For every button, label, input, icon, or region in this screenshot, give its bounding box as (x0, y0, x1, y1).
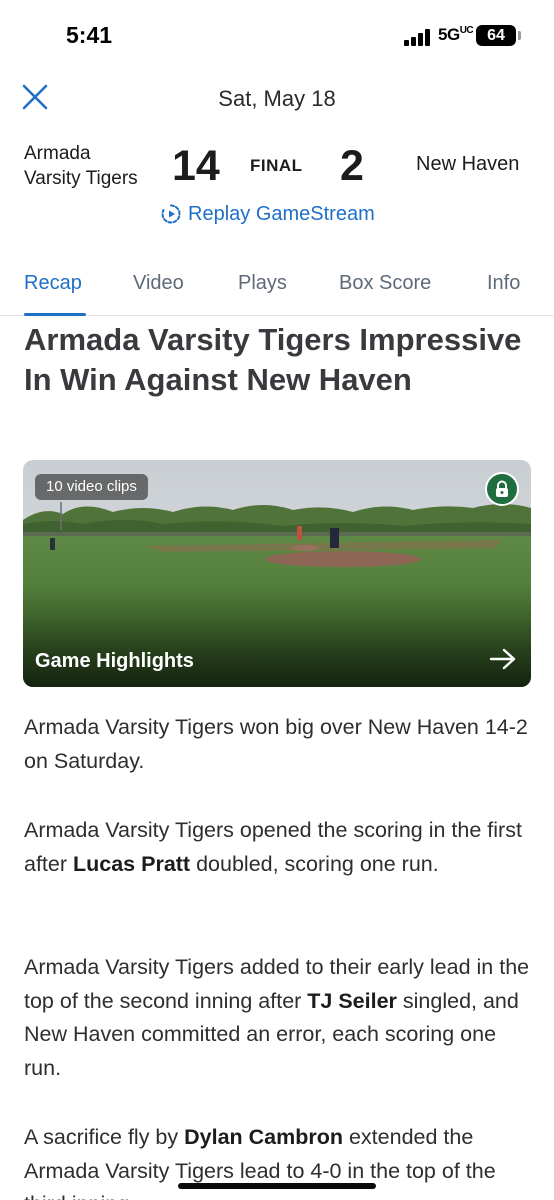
article-headline: Armada Varsity Tigers Impressive In Win … (24, 322, 522, 397)
tab-box-score[interactable]: Box Score (339, 272, 431, 295)
replay-label: Replay GameStream (188, 202, 375, 225)
replay-gamestream-link[interactable]: Replay GameStream (160, 200, 375, 228)
video-clips-badge: 10 video clips (35, 474, 148, 500)
lock-icon (485, 472, 519, 506)
tab-recap[interactable]: Recap (24, 272, 82, 295)
arrow-right-icon (489, 648, 516, 670)
player-name: TJ Seiler (307, 988, 397, 1013)
signal-icon (404, 28, 434, 46)
tab-plays[interactable]: Plays (238, 272, 287, 295)
active-tab-indicator (24, 313, 86, 316)
home-indicator[interactable] (178, 1183, 376, 1189)
tab-video[interactable]: Video (133, 272, 184, 295)
tab-bar: Recap Video Plays Box Score Info (0, 260, 554, 316)
game-status: FINAL (250, 156, 303, 175)
tab-info[interactable]: Info (487, 272, 520, 295)
status-time: 5:41 (66, 22, 113, 48)
away-team-name[interactable]: New Haven (416, 153, 519, 176)
battery-icon: 64 (476, 25, 521, 46)
recap-paragraph: Armada Varsity Tigers won big over New H… (24, 715, 528, 773)
player-name: Lucas Pratt (73, 851, 191, 876)
recap-paragraph: Armada Varsity Tigers added to their ear… (24, 955, 530, 1080)
replay-icon (161, 204, 181, 224)
player-name: Dylan Cambron (184, 1125, 343, 1149)
home-score: 14 (172, 142, 220, 190)
game-date: Sat, May 18 (218, 86, 336, 111)
video-title: Game Highlights (35, 650, 194, 672)
recap-paragraph: Armada Varsity Tigers opened the scoring… (24, 818, 522, 876)
status-bar: 5:41 5GUC 64 (0, 0, 554, 72)
game-highlights-video-card[interactable]: 10 video clips Game Highlights (23, 460, 531, 687)
home-team-name[interactable]: Armada Varsity Tigers (24, 141, 138, 191)
away-score: 2 (340, 142, 364, 190)
network-indicator: 5GUC (438, 25, 474, 44)
